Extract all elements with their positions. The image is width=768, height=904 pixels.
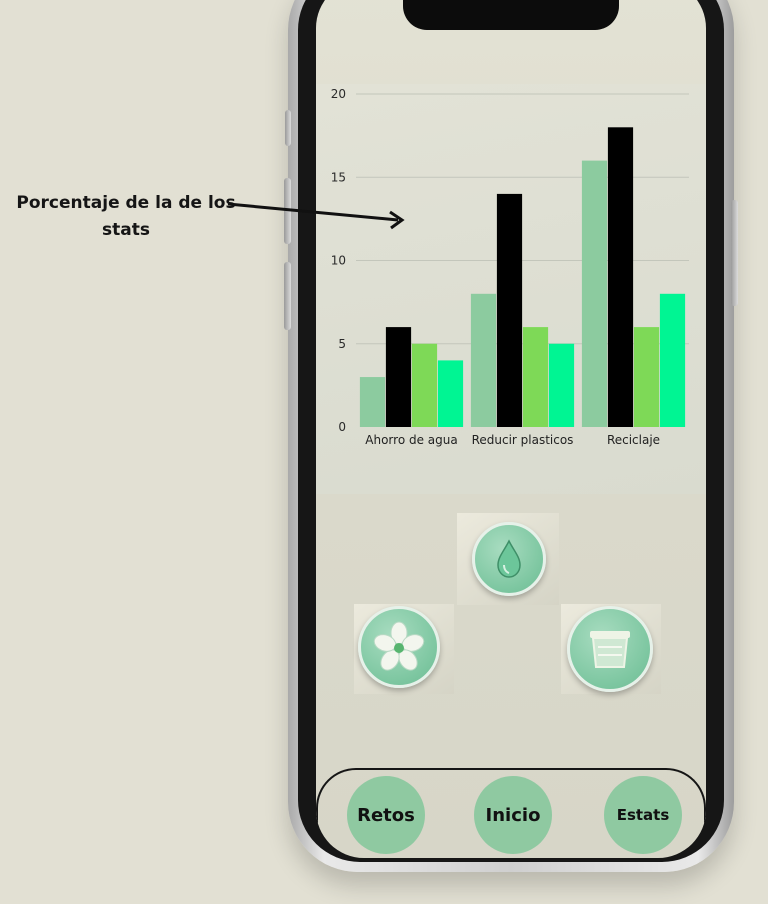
water-icon-tile[interactable]	[457, 513, 559, 605]
bar	[633, 327, 660, 427]
bar	[359, 377, 386, 427]
bar	[659, 293, 686, 427]
recycle-bin-icon[interactable]	[567, 606, 653, 692]
bar	[411, 343, 438, 427]
x-tick-label: Ahorro de agua	[365, 433, 457, 447]
phone-notch	[403, 0, 619, 30]
estats-nav-button[interactable]: Estats	[604, 776, 682, 854]
x-tick-label: Reciclaje	[607, 433, 660, 447]
bar	[581, 160, 608, 427]
phone-side-button	[285, 110, 291, 146]
stats-bar-chart: 0 5 10 15 20 Ahorro de agua Reducir plasticos R…	[331, 87, 689, 447]
flower-glyph	[373, 621, 425, 671]
bar	[437, 360, 464, 427]
bar	[496, 193, 523, 427]
water-drop-icon[interactable]	[472, 522, 546, 596]
retos-nav-button[interactable]: Retos	[347, 776, 425, 854]
recycle-icon-tile[interactable]	[561, 604, 661, 694]
y-tick-label: 20	[331, 87, 346, 101]
bar	[385, 327, 412, 427]
phone-screen: 0 5 10 15 20 Ahorro de agua Reducir plasticos R…	[316, 0, 706, 858]
bar	[607, 127, 634, 428]
bar	[548, 343, 575, 427]
retos-nav-label: Retos	[357, 804, 415, 826]
x-tick-label: Reducir plasticos	[472, 433, 574, 447]
phone-volume-down-button	[284, 262, 291, 330]
bar	[522, 327, 549, 427]
estats-nav-label: Estats	[616, 806, 670, 824]
bar	[470, 293, 497, 427]
flower-icon[interactable]	[358, 606, 440, 688]
water-drop-glyph	[497, 539, 521, 578]
y-tick-label: 5	[338, 337, 346, 351]
y-tick-label: 15	[331, 170, 346, 184]
annotation-label: Porcentaje de la de los stats	[16, 193, 236, 240]
recycle-bin-glyph	[590, 631, 630, 668]
inicio-nav-label: Inicio	[485, 804, 541, 826]
flower-icon-tile[interactable]	[354, 604, 454, 694]
y-tick-label: 10	[331, 254, 346, 268]
phone-volume-up-button	[284, 178, 291, 244]
phone-power-button	[731, 200, 738, 306]
chart-panel: 0 5 10 15 20 Ahorro de agua Reducir plasticos R…	[316, 84, 706, 494]
inicio-nav-button[interactable]: Inicio	[474, 776, 552, 854]
y-tick-label: 0	[338, 420, 346, 434]
